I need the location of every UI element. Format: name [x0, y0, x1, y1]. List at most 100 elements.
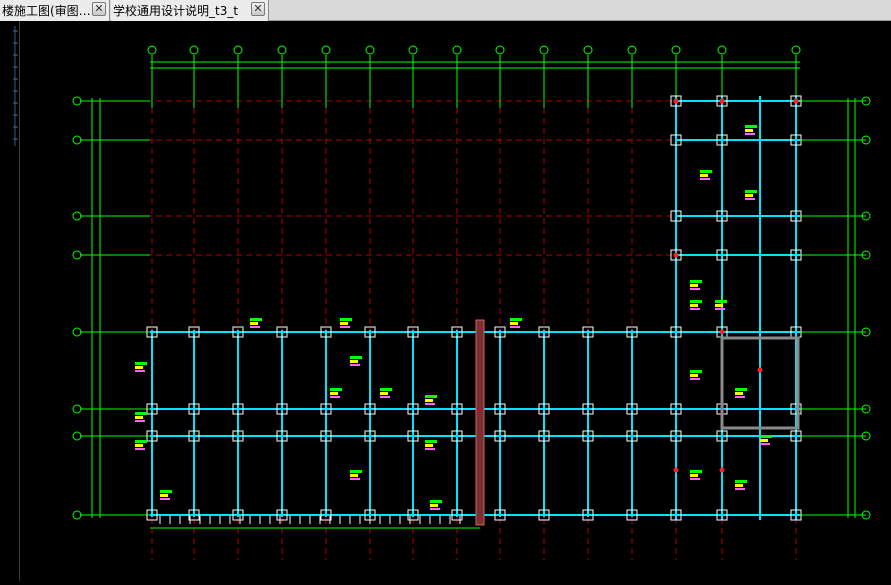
annotation-tag [330, 392, 338, 395]
annotation-tag [735, 488, 745, 490]
marker-dot [673, 252, 679, 258]
close-icon[interactable]: ✕ [92, 2, 106, 16]
axis-bubble-left [72, 250, 82, 260]
annotation-tag [380, 396, 390, 398]
annotation-tag [745, 198, 755, 200]
annotation-tag [700, 178, 710, 180]
marker-dot [673, 467, 679, 473]
annotation-tag [700, 170, 712, 173]
ruler-marks [13, 26, 18, 146]
axis-bubble-top [365, 45, 375, 55]
axis-bubble-top [321, 45, 331, 55]
annotation-tag [135, 448, 145, 450]
annotation-tag [340, 322, 348, 325]
annotation-tag [690, 474, 698, 477]
annotation-tag [745, 129, 753, 132]
annotation-tag [340, 318, 352, 321]
annotation-tag [735, 484, 743, 487]
axis-bubble-left [72, 135, 82, 145]
annotation-tag [160, 490, 172, 493]
marker-dot [719, 98, 725, 104]
axis-bubble-top [791, 45, 801, 55]
axis-bubble-top [583, 45, 593, 55]
annotation-tag [425, 440, 437, 443]
annotation-tag [760, 439, 768, 442]
marker-dot [757, 367, 763, 373]
annotation-tag [350, 478, 360, 480]
annotation-tag [135, 420, 145, 422]
annotation-tag [135, 412, 147, 415]
annotation-tag [690, 300, 702, 303]
axis-bubble-top [147, 45, 157, 55]
annotation-tag [340, 326, 350, 328]
ruler-sidebar [0, 21, 20, 581]
annotation-tag [250, 318, 262, 321]
annotation-tag [745, 190, 757, 193]
annotation-tag [690, 378, 700, 380]
marker-dot [793, 98, 799, 104]
tab-label: 楼施工图(审图… [2, 4, 91, 18]
annotation-tag [430, 500, 442, 503]
tab-label: 学校通用设计说明_t3_t [113, 4, 239, 18]
annotation-tag [760, 443, 770, 445]
axis-bubble-top [233, 45, 243, 55]
annotation-tag [735, 392, 743, 395]
annotation-tag [425, 448, 435, 450]
annotation-tag [135, 362, 147, 365]
axis-bubble-top [452, 45, 462, 55]
annotation-tag [510, 322, 518, 325]
annotation-tag [690, 370, 702, 373]
annotation-tag [430, 504, 438, 507]
annotation-tag [760, 435, 772, 438]
annotation-tag [350, 360, 358, 363]
annotation-tag [715, 308, 725, 310]
tab-drawing-2[interactable]: 学校通用设计说明_t3_t ✕ [111, 0, 269, 21]
annotation-tag [135, 440, 147, 443]
axis-bubble-left [72, 327, 82, 337]
axis-bubble-left [72, 510, 82, 520]
annotation-tag [350, 364, 360, 366]
annotation-tag [135, 444, 143, 447]
annotation-tag [690, 374, 698, 377]
annotation-tag [250, 322, 258, 325]
axis-bubble-top [277, 45, 287, 55]
annotation-tag [690, 304, 698, 307]
annotation-tag [745, 125, 757, 128]
tab-drawing-1[interactable]: 楼施工图(审图… ✕ [0, 0, 110, 21]
annotation-tag [250, 326, 260, 328]
annotation-tag [160, 494, 168, 497]
annotation-tag [330, 388, 342, 391]
axis-bubble-left [72, 96, 82, 106]
close-icon[interactable]: ✕ [251, 2, 265, 16]
hatched-wall [475, 319, 485, 526]
annotation-tag [690, 284, 698, 287]
annotation-tag [425, 395, 437, 398]
axis-bubble-top [408, 45, 418, 55]
annotation-tag [510, 326, 520, 328]
annotation-tag [135, 370, 145, 372]
annotation-tag [380, 392, 388, 395]
cad-drawing-canvas[interactable] [20, 21, 891, 581]
annotation-tag [735, 480, 747, 483]
annotation-tag [430, 508, 440, 510]
document-tab-bar: 楼施工图(审图… ✕ 学校通用设计说明_t3_t ✕ [0, 0, 891, 21]
axis-bubble-top [189, 45, 199, 55]
axis-bubble-top [495, 45, 505, 55]
annotation-tag [690, 280, 702, 283]
annotation-tag [690, 478, 700, 480]
annotation-tag [745, 194, 753, 197]
axis-bubble-top [671, 45, 681, 55]
axis-bubble-left [72, 211, 82, 221]
annotation-tag [715, 304, 723, 307]
annotation-tag [350, 474, 358, 477]
annotation-tag [690, 288, 700, 290]
marker-dot [719, 329, 725, 335]
annotation-tag [700, 174, 708, 177]
annotation-tag [510, 318, 522, 321]
axis-bubble-left [72, 431, 82, 441]
axis-bubble-left [72, 404, 82, 414]
annotation-tag [135, 416, 143, 419]
annotation-tag [735, 388, 747, 391]
annotation-tag [425, 444, 433, 447]
annotation-tag [160, 498, 170, 500]
